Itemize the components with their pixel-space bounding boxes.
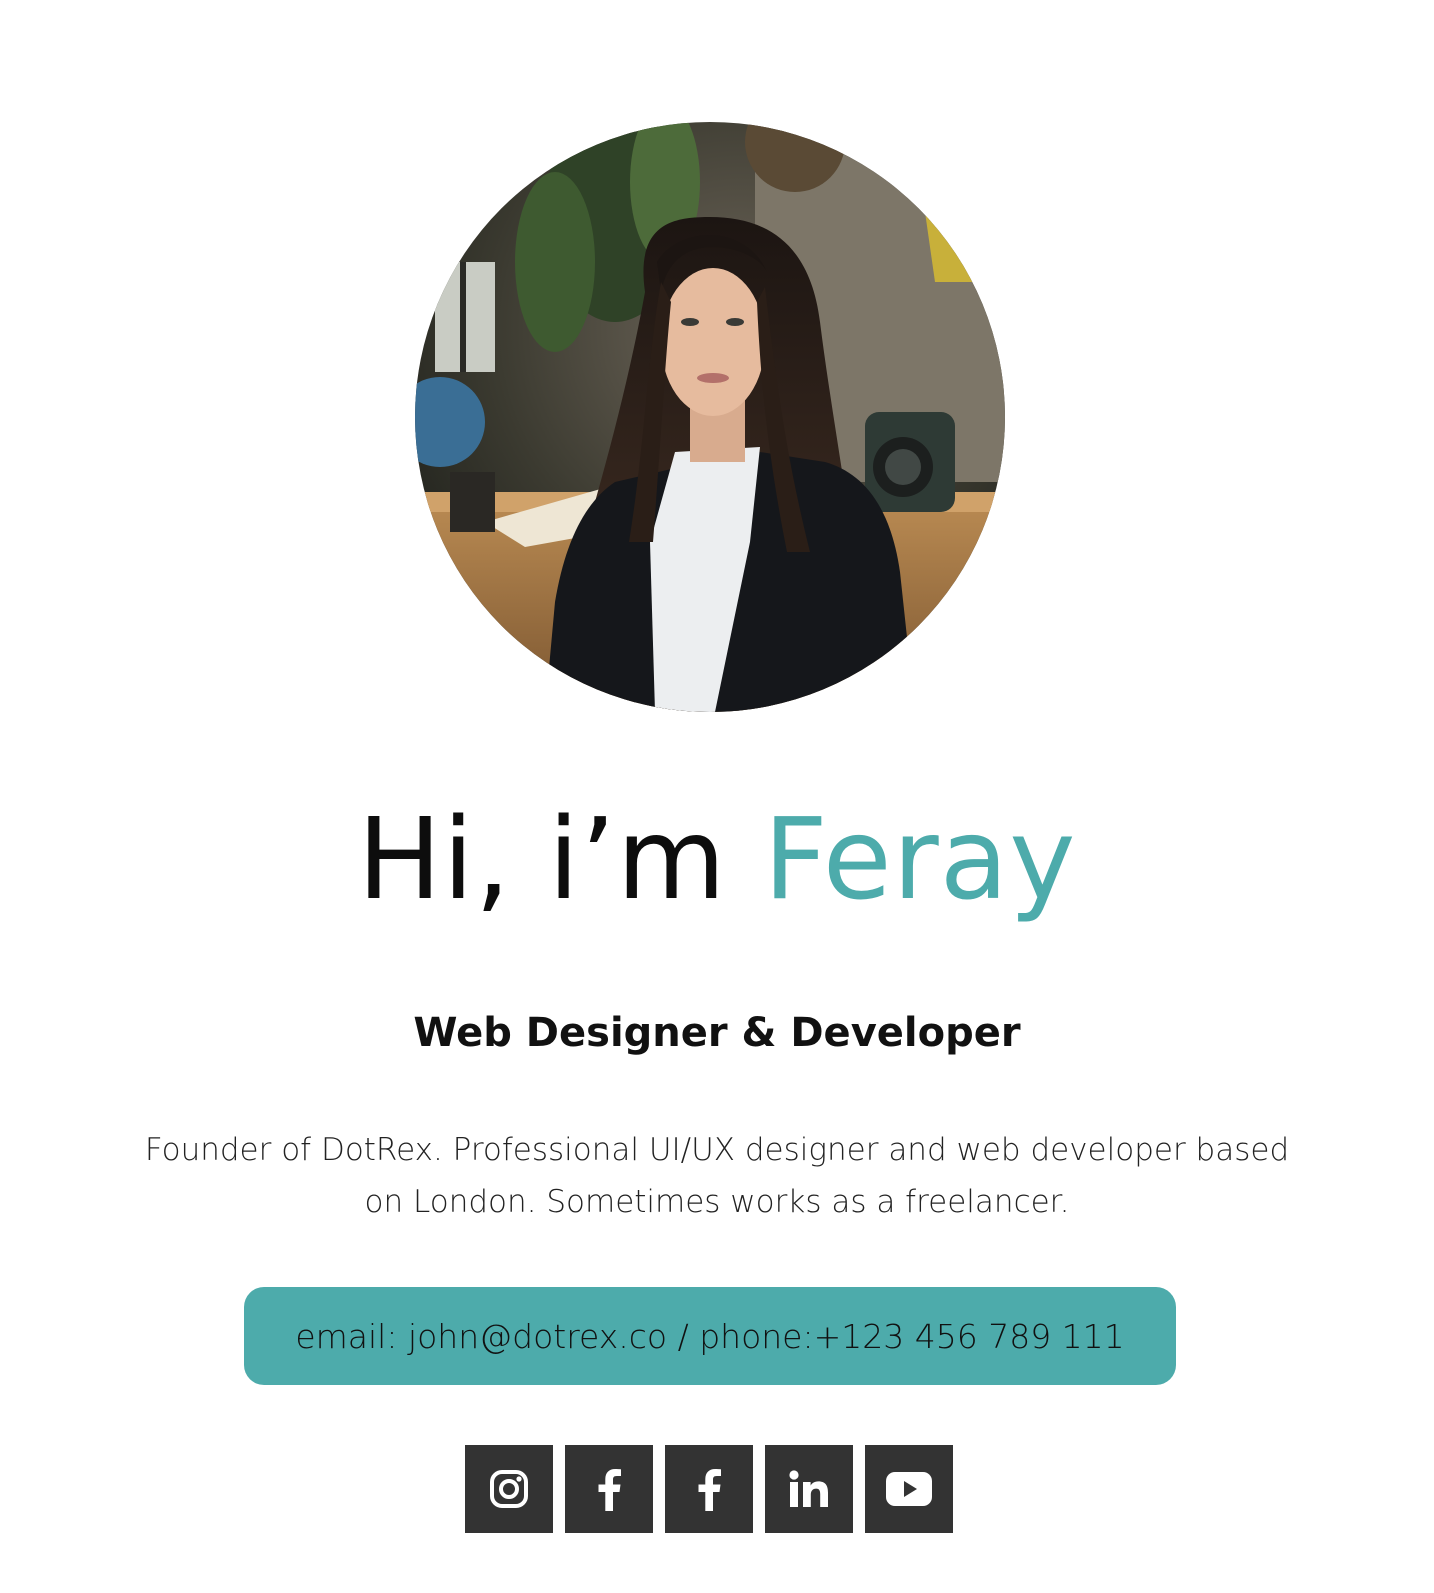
facebook-link[interactable] bbox=[565, 1445, 653, 1533]
linkedin-link[interactable] bbox=[765, 1445, 853, 1533]
page-title: Hi, i’m Feray bbox=[0, 790, 1434, 930]
profile-page: Hi, i’m Feray Web Designer & Developer F… bbox=[0, 0, 1434, 1593]
facebook-icon bbox=[698, 1469, 721, 1511]
facebook-icon bbox=[598, 1469, 621, 1511]
facebook-link-2[interactable] bbox=[665, 1445, 753, 1533]
contact-button[interactable]: email: john@dotrex.co / phone:+123 456 7… bbox=[244, 1287, 1176, 1385]
job-title: Web Designer & Developer bbox=[413, 1010, 1021, 1056]
contact-button-label: email: john@dotrex.co / phone:+123 456 7… bbox=[295, 1316, 1125, 1356]
linkedin-icon bbox=[789, 1470, 828, 1507]
instagram-link[interactable] bbox=[465, 1445, 553, 1533]
youtube-icon bbox=[886, 1472, 932, 1506]
bio-text: Founder of DotRex. Professional UI/UX de… bbox=[144, 1132, 1290, 1220]
name-highlight: Feray bbox=[763, 795, 1077, 925]
greeting-text: Hi, i’m bbox=[357, 795, 764, 925]
instagram-icon bbox=[490, 1470, 528, 1508]
social-links bbox=[465, 1445, 953, 1533]
profile-photo bbox=[415, 122, 1005, 712]
youtube-link[interactable] bbox=[865, 1445, 953, 1533]
